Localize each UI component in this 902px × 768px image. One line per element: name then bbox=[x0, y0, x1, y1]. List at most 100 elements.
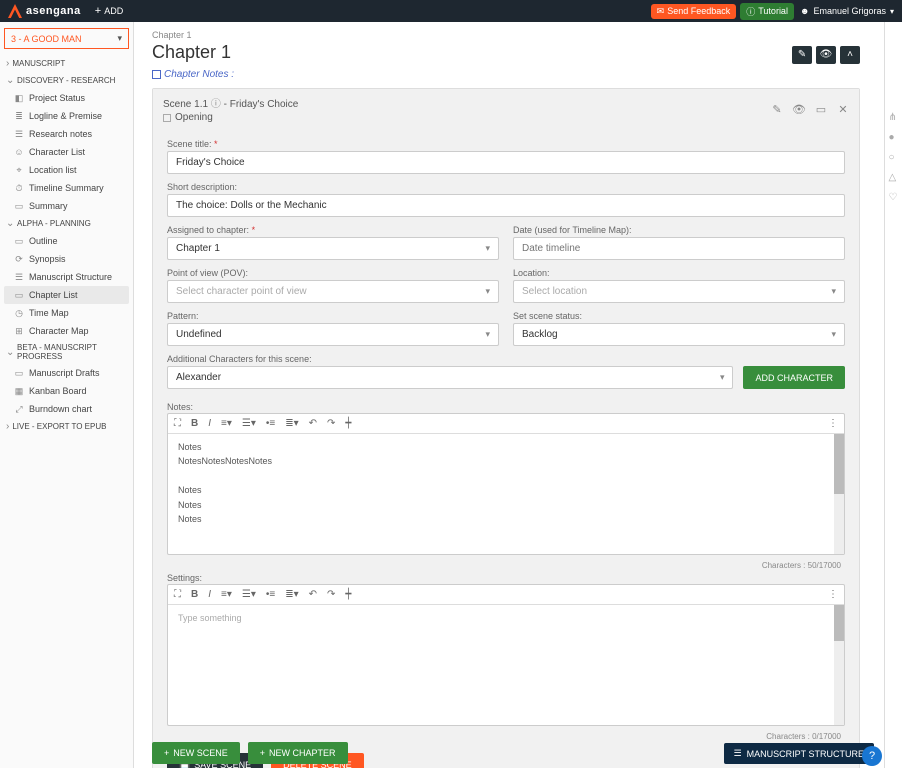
list2-icon[interactable]: ≣▾ bbox=[285, 589, 298, 600]
insert-icon[interactable]: ┿ bbox=[345, 418, 351, 429]
sidebar-section[interactable]: ALPHA - PLANNING bbox=[4, 215, 129, 232]
new-chapter-label: NEW CHAPTER bbox=[269, 748, 336, 758]
sidebar-section[interactable]: LIVE - EXPORT TO EPUB bbox=[4, 418, 129, 435]
sidebar-item[interactable]: ▦Kanban Board bbox=[4, 382, 129, 400]
sidebar-item-label: Character Map bbox=[29, 326, 89, 336]
scene-title-input[interactable] bbox=[167, 151, 845, 174]
scrollbar[interactable] bbox=[834, 434, 844, 554]
ordered-list-icon[interactable]: ☰▾ bbox=[242, 589, 256, 600]
rail-info-icon[interactable]: ● bbox=[889, 132, 899, 142]
pov-select[interactable]: Select character point of view ▾ bbox=[167, 280, 499, 303]
sidebar-item[interactable]: ⟳Synopsis bbox=[4, 250, 129, 268]
location-select[interactable]: Select location ▾ bbox=[513, 280, 845, 303]
undo-icon[interactable]: ↶ bbox=[309, 418, 317, 429]
italic-icon[interactable]: I bbox=[208, 589, 211, 600]
sidebar-item[interactable]: ▭Manuscript Drafts bbox=[4, 364, 129, 382]
logo[interactable]: asengana bbox=[8, 4, 81, 18]
redo-icon[interactable]: ↷ bbox=[327, 418, 335, 429]
sidebar-item[interactable]: ⏱Timeline Summary bbox=[4, 179, 129, 197]
scene-edit-icon[interactable]: ✎ bbox=[771, 103, 783, 115]
add-character-label: ADD CHARACTER bbox=[755, 373, 833, 383]
chapter-edit-button[interactable]: ✎ bbox=[792, 46, 812, 64]
scene-card: Scene 1.1 ⓘ - Friday's Choice Opening ✎ … bbox=[152, 88, 860, 768]
sidebar-section[interactable]: BETA - MANUSCRIPT PROGRESS bbox=[4, 340, 129, 364]
addchar-select[interactable]: Alexander ▾ bbox=[167, 366, 733, 389]
sidebar-item-label: Burndown chart bbox=[29, 404, 92, 414]
bold-icon[interactable]: B bbox=[191, 589, 198, 600]
ordered-list-icon[interactable]: ☰▾ bbox=[242, 418, 256, 429]
send-feedback-button[interactable]: ✉ Send Feedback bbox=[651, 4, 737, 19]
scene-view-icon[interactable]: 👁 bbox=[793, 103, 805, 115]
help-button[interactable]: ? bbox=[862, 746, 882, 766]
more-icon[interactable]: ⋮ bbox=[828, 589, 838, 600]
tutorial-button[interactable]: ⓘ Tutorial bbox=[740, 3, 794, 20]
redo-icon[interactable]: ↷ bbox=[327, 589, 335, 600]
notes-textarea[interactable]: Notes NotesNotesNotesNotes Notes Notes N… bbox=[168, 434, 844, 554]
sidebar-item-label: Summary bbox=[29, 201, 68, 211]
sidebar-item[interactable]: ⌖Location list bbox=[4, 161, 129, 179]
new-chapter-button[interactable]: + NEW CHAPTER bbox=[248, 742, 348, 764]
project-selector[interactable]: 3 - A GOOD MAN ▾ bbox=[4, 28, 129, 49]
send-feedback-label: Send Feedback bbox=[667, 6, 730, 16]
scene-close-icon[interactable]: ✕ bbox=[837, 103, 849, 115]
sidebar-tree: MANUSCRIPT DISCOVERY - RESEARCH◧Project … bbox=[4, 55, 129, 435]
unordered-list-icon[interactable]: •≡ bbox=[266, 418, 275, 429]
italic-icon[interactable]: I bbox=[208, 418, 211, 429]
more-icon[interactable]: ⋮ bbox=[828, 418, 838, 429]
rail-activity-icon[interactable]: ⋔ bbox=[889, 112, 899, 122]
sidebar-item[interactable]: ☰Research notes bbox=[4, 125, 129, 143]
sidebar-item[interactable]: ▭Summary bbox=[4, 197, 129, 215]
new-scene-button[interactable]: + NEW SCENE bbox=[152, 742, 240, 764]
bold-icon[interactable]: B bbox=[191, 418, 198, 429]
header-add-button[interactable]: + ADD bbox=[95, 5, 123, 17]
sidebar-item[interactable]: ◷Time Map bbox=[4, 304, 129, 322]
align-icon[interactable]: ≡▾ bbox=[221, 418, 232, 429]
scene-tag: Opening bbox=[175, 112, 213, 123]
sidebar-section-label: BETA - MANUSCRIPT PROGRESS bbox=[17, 343, 127, 361]
status-select[interactable]: Backlog ▾ bbox=[513, 323, 845, 346]
sidebar-item[interactable]: ≣Logline & Premise bbox=[4, 107, 129, 125]
user-menu[interactable]: ☻ Emanuel Grigoras ▾ bbox=[800, 6, 894, 16]
manuscript-structure-button[interactable]: ☰ MANUSCRIPT STRUCTURE bbox=[724, 743, 874, 764]
sidebar-item-label: Time Map bbox=[29, 308, 69, 318]
page-title: Chapter 1 bbox=[152, 42, 231, 63]
app-header: asengana + ADD ✉ Send Feedback ⓘ Tutoria… bbox=[0, 0, 902, 22]
scrollbar[interactable] bbox=[834, 605, 844, 725]
chevron-down-icon: ▾ bbox=[485, 243, 490, 254]
rail-trophy-icon[interactable]: ♡ bbox=[889, 192, 899, 202]
align-icon[interactable]: ≡▾ bbox=[221, 589, 232, 600]
sidebar-item-label: Logline & Premise bbox=[29, 111, 102, 121]
add-character-button[interactable]: ADD CHARACTER bbox=[743, 366, 845, 389]
sidebar-item[interactable]: ▭Chapter List bbox=[4, 286, 129, 304]
info-icon[interactable]: ⓘ bbox=[211, 99, 221, 110]
pattern-select[interactable]: Undefined ▾ bbox=[167, 323, 499, 346]
status-value: Backlog bbox=[522, 329, 558, 340]
short-desc-input[interactable] bbox=[167, 194, 845, 217]
chapter-collapse-button[interactable]: ˄ bbox=[840, 46, 860, 64]
settings-textarea[interactable]: Type something bbox=[168, 605, 844, 725]
sidebar-item[interactable]: ☺Character List bbox=[4, 143, 129, 161]
undo-icon[interactable]: ↶ bbox=[309, 589, 317, 600]
sidebar-item[interactable]: ☰Manuscript Structure bbox=[4, 268, 129, 286]
fullscreen-icon[interactable]: ⛶ bbox=[174, 589, 181, 600]
chevron-down-icon: ▾ bbox=[485, 286, 490, 297]
chevron-down-icon: ▾ bbox=[485, 329, 490, 340]
rail-warning-icon[interactable]: △ bbox=[889, 172, 899, 182]
sidebar-root-manuscript[interactable]: MANUSCRIPT bbox=[4, 55, 129, 72]
fullscreen-icon[interactable]: ⛶ bbox=[174, 418, 181, 429]
sidebar-item[interactable]: ⊞Character Map bbox=[4, 322, 129, 340]
sidebar-item[interactable]: ▭Outline bbox=[4, 232, 129, 250]
unordered-list-icon[interactable]: •≡ bbox=[266, 589, 275, 600]
insert-icon[interactable]: ┿ bbox=[345, 589, 351, 600]
chapter-view-button[interactable]: 👁 bbox=[816, 46, 836, 64]
sidebar-item[interactable]: ⤢Burndown chart bbox=[4, 400, 129, 418]
sidebar-item[interactable]: ◧Project Status bbox=[4, 89, 129, 107]
rail-dot-icon[interactable]: ○ bbox=[889, 152, 899, 162]
list2-icon[interactable]: ≣▾ bbox=[285, 418, 298, 429]
header-add-label: ADD bbox=[104, 6, 123, 16]
scene-card-icon[interactable]: ▭ bbox=[815, 103, 827, 115]
chapter-notes-toggle[interactable]: Chapter Notes : bbox=[152, 69, 860, 80]
sidebar-section[interactable]: DISCOVERY - RESEARCH bbox=[4, 72, 129, 89]
assigned-chapter-select[interactable]: Chapter 1 ▾ bbox=[167, 237, 499, 260]
date-input[interactable] bbox=[513, 237, 845, 260]
